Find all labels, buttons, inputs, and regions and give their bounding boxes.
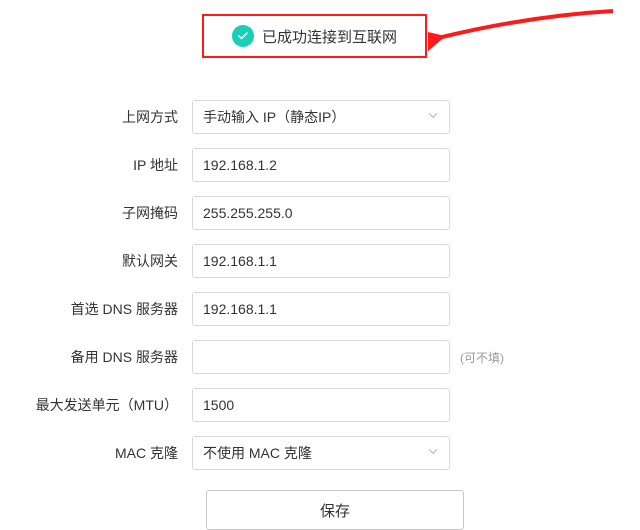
primary-dns-input[interactable] [192,292,450,326]
subnet-mask-input[interactable] [192,196,450,230]
label-gateway: 默认网关 [0,251,192,271]
label-mtu: 最大发送单元（MTU） [0,395,192,415]
check-circle-icon [232,25,254,47]
mtu-input[interactable] [192,388,450,422]
ip-address-input[interactable] [192,148,450,182]
default-gateway-input[interactable] [192,244,450,278]
mac-clone-select[interactable]: 不使用 MAC 克隆 [192,436,450,470]
connection-status-text: 已成功连接到互联网 [262,26,397,47]
save-button-label: 保存 [320,500,350,521]
save-button[interactable]: 保存 [206,490,464,530]
label-ip-address: IP 地址 [0,155,192,175]
annotation-arrow-icon [428,6,618,76]
mac-clone-value: 不使用 MAC 克隆 [203,443,312,463]
label-connection-mode: 上网方式 [0,107,192,127]
wan-settings-form: 上网方式 手动输入 IP（静态IP） IP 地址 子网掩码 默认网关 首选 DN… [0,100,640,530]
connection-mode-value: 手动输入 IP（静态IP） [203,107,345,127]
connection-mode-select[interactable]: 手动输入 IP（静态IP） [192,100,450,134]
label-dns-secondary: 备用 DNS 服务器 [0,347,192,367]
secondary-dns-hint: (可不填) [460,349,504,366]
label-mac-clone: MAC 克隆 [0,443,192,463]
connection-status-banner: 已成功连接到互联网 [202,14,427,58]
secondary-dns-input[interactable] [192,340,450,374]
label-dns-primary: 首选 DNS 服务器 [0,299,192,319]
label-subnet-mask: 子网掩码 [0,203,192,223]
